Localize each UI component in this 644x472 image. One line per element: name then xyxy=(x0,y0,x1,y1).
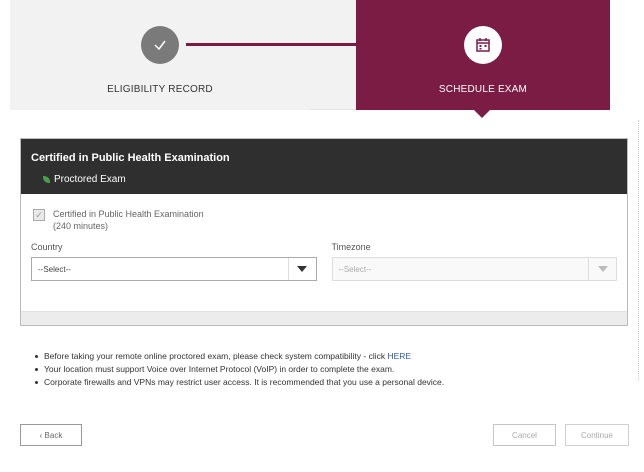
exam-title: Certified in Public Health Examination xyxy=(31,152,230,164)
exam-panel: Certified in Public Health Examination P… xyxy=(20,138,628,326)
timezone-label: Timezone xyxy=(331,242,371,252)
panel-footer xyxy=(21,311,627,325)
exam-type: Proctored Exam xyxy=(31,174,617,185)
step-completed-circle xyxy=(141,26,179,64)
step-schedule-exam: SCHEDULE EXAM xyxy=(356,0,610,110)
note-voip: Your location must support Voice over In… xyxy=(44,364,395,374)
timezone-select[interactable]: --Select-- xyxy=(331,257,617,281)
chevron-down-icon[interactable] xyxy=(287,258,316,280)
timezone-field: Timezone --Select-- xyxy=(331,242,617,281)
exam-checkbox-label: Certified in Public Health Examination (… xyxy=(53,209,204,231)
note-firewall: Corporate firewalls and VPNs may restric… xyxy=(44,377,445,387)
panel-header: Certified in Public Health Examination P… xyxy=(21,139,627,194)
note-text: Before taking your remote online proctor… xyxy=(44,350,411,363)
list-item: Corporate firewalls and VPNs may restric… xyxy=(35,376,444,389)
page-edge-divider xyxy=(638,120,639,380)
checkmark-icon xyxy=(154,40,166,51)
bullet-icon xyxy=(35,368,38,371)
timezone-select-value: --Select-- xyxy=(338,264,372,274)
leaf-icon xyxy=(43,176,50,183)
location-fields: Country --Select-- Timezone --Select-- xyxy=(31,242,617,281)
note-compatibility: Before taking your remote online proctor… xyxy=(44,351,388,361)
step-label: SCHEDULE EXAM xyxy=(438,84,528,95)
step-label: ELIGIBILITY RECORD xyxy=(107,84,213,95)
back-button[interactable]: ‹ Back xyxy=(20,424,82,446)
step-connector xyxy=(186,43,356,46)
exam-checkbox[interactable]: ✓ xyxy=(33,209,45,221)
calendar-icon xyxy=(476,38,490,52)
compatibility-link[interactable]: HERE xyxy=(387,351,411,361)
step-eligibility-record: ELIGIBILITY RECORD xyxy=(10,0,310,110)
list-item: Your location must support Voice over In… xyxy=(35,363,444,376)
country-field: Country --Select-- xyxy=(31,242,317,281)
chevron-down-icon[interactable] xyxy=(588,258,616,280)
step-active-circle xyxy=(464,26,502,64)
bullet-icon xyxy=(35,381,38,384)
panel-body: ✓ Certified in Public Health Examination… xyxy=(21,194,627,281)
country-select[interactable]: --Select-- xyxy=(31,257,317,281)
country-select-value: --Select-- xyxy=(38,264,71,274)
continue-button[interactable]: Continue xyxy=(565,424,629,446)
progress-stepper: ELIGIBILITY RECORD SCHEDULE EXAM xyxy=(10,0,610,110)
list-item: Before taking your remote online proctor… xyxy=(35,350,444,363)
exam-type-label: Proctored Exam xyxy=(54,174,126,185)
cancel-button[interactable]: Cancel xyxy=(493,424,556,446)
active-step-pointer xyxy=(474,110,490,118)
country-label: Country xyxy=(31,242,63,252)
exam-notes: Before taking your remote online proctor… xyxy=(35,350,444,389)
exam-option: ✓ Certified in Public Health Examination… xyxy=(33,208,617,232)
bullet-icon xyxy=(35,355,38,358)
